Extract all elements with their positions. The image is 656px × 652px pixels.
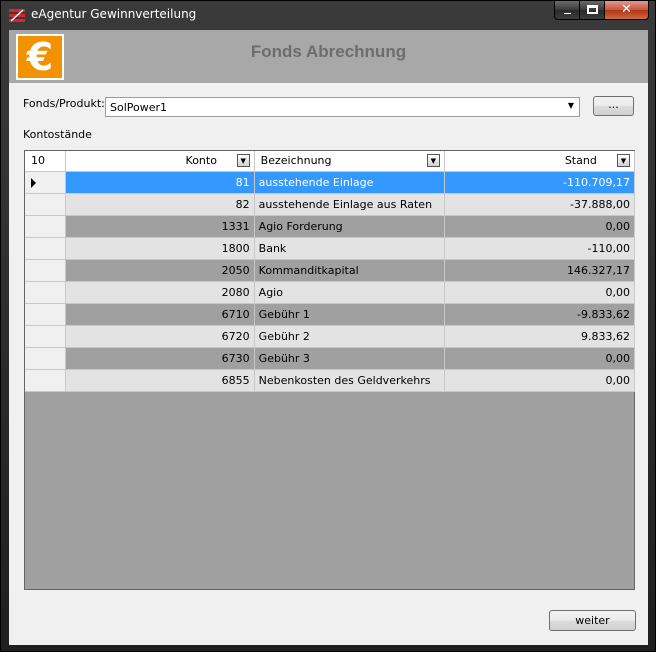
stand-cell[interactable]: 0,00 — [444, 281, 636, 304]
kontostaende-table: 10 Konto ▼ Bezeichnung ▼ Stand ▼ 81 auss… — [25, 151, 636, 392]
bezeichnung-cell[interactable]: Gebühr 2 — [254, 325, 445, 348]
bezeichnung-cell[interactable]: ausstehende Einlage aus Raten — [254, 193, 445, 216]
column-header-bezeichnung[interactable]: Bezeichnung ▼ — [254, 151, 445, 172]
maximize-icon — [587, 5, 598, 14]
row-header[interactable] — [25, 237, 66, 260]
konto-cell[interactable]: 1331 — [65, 215, 255, 238]
table-row[interactable]: 6730 Gebühr 3 0,00 — [25, 347, 636, 370]
column-header-label: Stand — [564, 154, 597, 167]
konto-cell[interactable]: 81 — [65, 171, 255, 194]
weiter-button[interactable]: weiter — [549, 610, 636, 631]
row-header[interactable] — [25, 347, 66, 370]
chevron-down-icon[interactable]: ▼ — [568, 101, 574, 110]
header-banner: € Fonds Abrechnung — [9, 30, 648, 83]
fonds-produkt-select[interactable]: SolPower1 ▼ — [105, 97, 580, 117]
current-row-icon — [31, 177, 36, 188]
bezeichnung-cell[interactable]: Gebühr 1 — [254, 303, 445, 326]
table-row[interactable]: 1331 Agio Forderung 0,00 — [25, 215, 636, 238]
table-row[interactable]: 6720 Gebühr 2 9.833,62 — [25, 325, 636, 348]
table-row[interactable]: 6710 Gebühr 1 -9.833,62 — [25, 303, 636, 326]
row-header[interactable] — [25, 215, 66, 238]
bezeichnung-cell[interactable]: ausstehende Einlage — [254, 171, 445, 194]
column-header-label: Konto — [185, 154, 217, 167]
stand-cell[interactable]: 0,00 — [444, 369, 636, 392]
konto-cell[interactable]: 6720 — [65, 325, 255, 348]
browse-button[interactable]: ... — [593, 96, 634, 116]
stand-cell[interactable]: -110,00 — [444, 237, 636, 260]
table-header-row: 10 Konto ▼ Bezeichnung ▼ Stand ▼ — [25, 151, 636, 172]
caption-buttons: ✕ — [554, 1, 649, 21]
column-header-label: Bezeichnung — [260, 154, 332, 167]
row-count-header: 10 — [25, 151, 66, 172]
kontostaende-label: Kontostände — [23, 128, 92, 141]
row-header[interactable] — [25, 171, 66, 194]
stand-cell[interactable]: 9.833,62 — [444, 325, 636, 348]
bezeichnung-cell[interactable]: Agio — [254, 281, 445, 304]
column-header-konto[interactable]: Konto ▼ — [65, 151, 255, 172]
row-header[interactable] — [25, 325, 66, 348]
title-bar[interactable]: eAgentur Gewinnverteilung ✕ — [1, 1, 655, 29]
row-header[interactable] — [25, 369, 66, 392]
app-window: eAgentur Gewinnverteilung ✕ € Fonds Abre… — [0, 0, 656, 652]
row-header[interactable] — [25, 259, 66, 282]
close-icon: ✕ — [621, 2, 632, 17]
fonds-produkt-value: SolPower1 — [110, 101, 168, 114]
row-header[interactable] — [25, 303, 66, 326]
stand-cell[interactable]: -9.833,62 — [444, 303, 636, 326]
konto-cell[interactable]: 82 — [65, 193, 255, 216]
table-row[interactable]: 2050 Kommanditkapital 146.327,17 — [25, 259, 636, 282]
konto-cell[interactable]: 6710 — [65, 303, 255, 326]
minimize-icon — [563, 12, 572, 15]
bezeichnung-cell[interactable]: Nebenkosten des Geldverkehrs — [254, 369, 445, 392]
table-row[interactable]: 81 ausstehende Einlage -110.709,17 — [25, 171, 636, 194]
table-row[interactable]: 6855 Nebenkosten des Geldverkehrs 0,00 — [25, 369, 636, 392]
filter-dropdown-icon[interactable]: ▼ — [426, 154, 440, 167]
konto-cell[interactable]: 1800 — [65, 237, 255, 260]
konto-cell[interactable]: 2080 — [65, 281, 255, 304]
stand-cell[interactable]: 0,00 — [444, 347, 636, 370]
page-title: Fonds Abrechnung — [250, 42, 407, 61]
stand-cell[interactable]: 0,00 — [444, 215, 636, 238]
fonds-produkt-label: Fonds/Produkt: — [23, 97, 105, 110]
stand-cell[interactable]: -37.888,00 — [444, 193, 636, 216]
window-client-area: € Fonds Abrechnung Fonds/Produkt: SolPow… — [9, 30, 648, 645]
row-header[interactable] — [25, 281, 66, 304]
column-header-stand[interactable]: Stand ▼ — [444, 151, 636, 172]
table-row[interactable]: 1800 Bank -110,00 — [25, 237, 636, 260]
bezeichnung-cell[interactable]: Kommanditkapital — [254, 259, 445, 282]
kontostaende-grid[interactable]: 10 Konto ▼ Bezeichnung ▼ Stand ▼ 81 auss… — [24, 150, 636, 590]
table-row[interactable]: 82 ausstehende Einlage aus Raten -37.888… — [25, 193, 636, 216]
stand-cell[interactable]: 146.327,17 — [444, 259, 636, 282]
konto-cell[interactable]: 6855 — [65, 369, 255, 392]
bezeichnung-cell[interactable]: Agio Forderung — [254, 215, 445, 238]
window-title: eAgentur Gewinnverteilung — [31, 7, 197, 21]
stand-cell[interactable]: -110.709,17 — [444, 171, 636, 194]
close-button[interactable]: ✕ — [605, 1, 649, 20]
table-row[interactable]: 2080 Agio 0,00 — [25, 281, 636, 304]
bezeichnung-cell[interactable]: Bank — [254, 237, 445, 260]
minimize-button[interactable] — [554, 1, 580, 20]
app-logo-icon — [9, 9, 25, 22]
konto-cell[interactable]: 2050 — [65, 259, 255, 282]
filter-dropdown-icon[interactable]: ▼ — [236, 154, 250, 167]
konto-cell[interactable]: 6730 — [65, 347, 255, 370]
filter-dropdown-icon[interactable]: ▼ — [617, 154, 630, 167]
bezeichnung-cell[interactable]: Gebühr 3 — [254, 347, 445, 370]
maximize-button[interactable] — [580, 1, 605, 20]
row-header[interactable] — [25, 193, 66, 216]
